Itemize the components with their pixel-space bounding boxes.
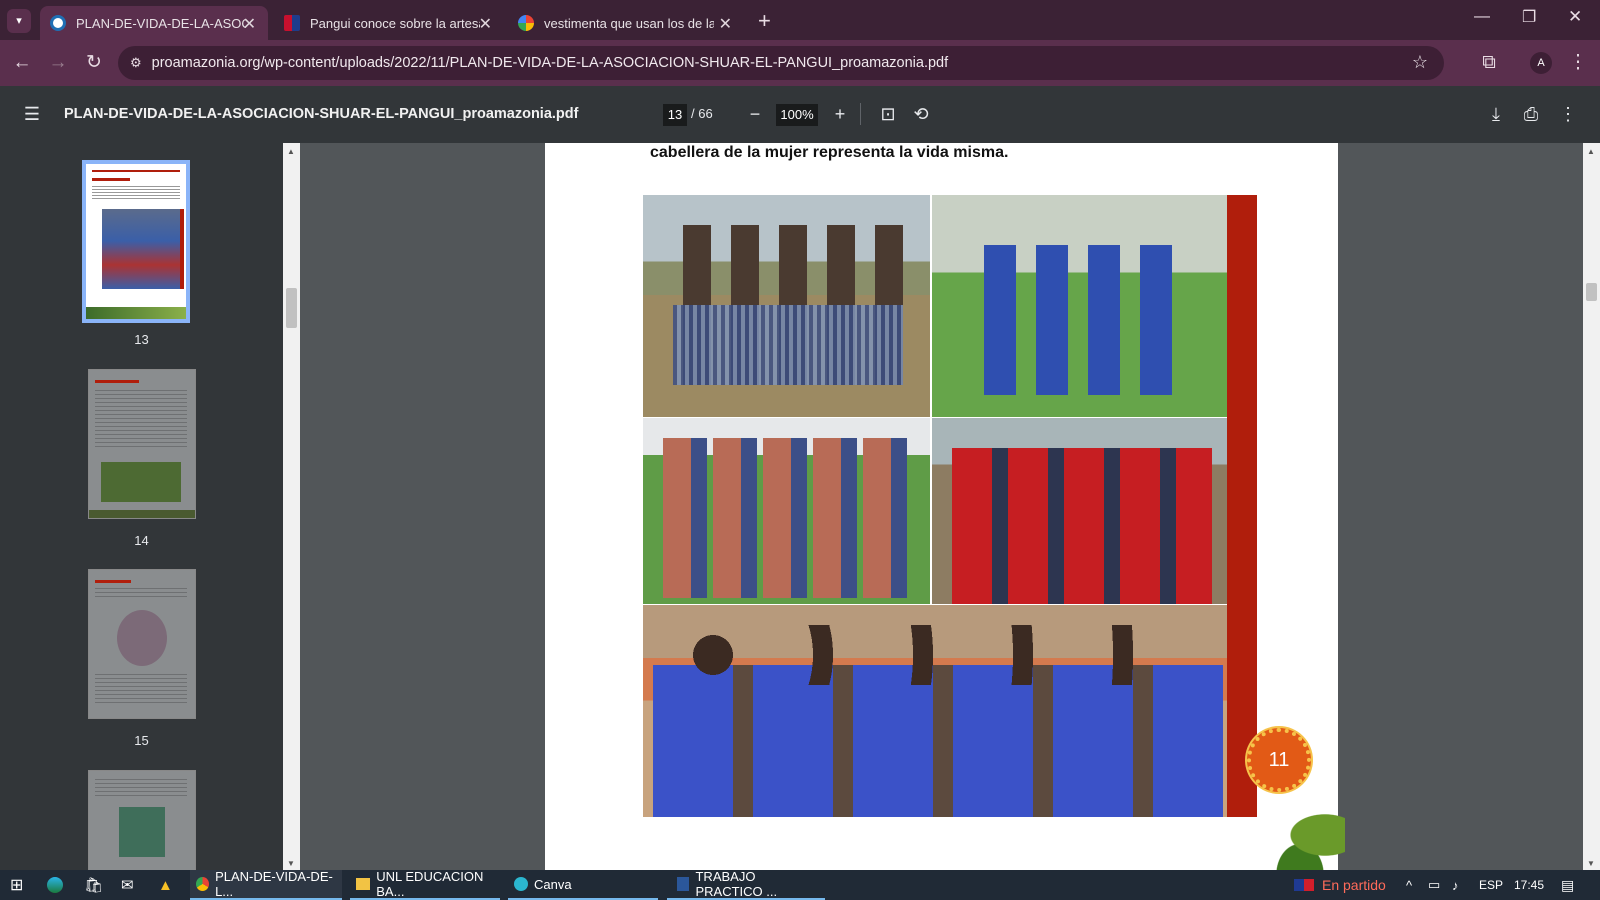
canva-icon (514, 877, 528, 891)
rotate-icon[interactable]: ⟲ (908, 101, 934, 127)
toolbar-divider (860, 103, 861, 125)
taskbar-app-label: PLAN-DE-VIDA-DE-L... (215, 869, 333, 899)
close-icon[interactable]: ✕ (243, 14, 256, 34)
photo-shuar-girls-blue (643, 605, 1227, 817)
tab-title: Pangui conoce sobre la artesanía (310, 15, 480, 31)
store-icon[interactable]: 🛍 (84, 870, 103, 900)
photo-shuar-group-event (643, 418, 930, 604)
taskbar-app-word[interactable]: TRABAJO PRACTICO ... (667, 869, 825, 900)
page-number-badge: 11 (1247, 728, 1311, 792)
chrome-icon (196, 877, 210, 891)
sidebar-scrollbar[interactable]: ▲ ▼ (283, 143, 300, 870)
taskbar-app-canva[interactable]: Canva (508, 870, 658, 900)
photo-shuar-men (643, 195, 930, 417)
close-icon[interactable]: ✕ (719, 14, 732, 34)
thumbnail-page-16[interactable] (88, 770, 196, 870)
hamburger-menu-icon[interactable]: ☰ (19, 101, 45, 127)
zoom-input[interactable]: 100% (776, 104, 818, 126)
extensions-icon[interactable]: ⧉ (1476, 50, 1502, 76)
network-icon[interactable]: ▭ (1428, 870, 1440, 900)
thumbnail-page-14[interactable] (88, 369, 196, 519)
taskbar-app-explorer[interactable]: UNL EDUCACION BA... (350, 869, 500, 900)
clock[interactable]: 17:45 (1514, 870, 1544, 900)
tab-pdf[interactable]: PLAN-DE-VIDA-DE-LA-ASOCIACION ✕ (40, 6, 268, 40)
leaf-decoration (1245, 803, 1345, 870)
thumbnail-page-15[interactable] (88, 569, 196, 719)
print-icon[interactable]: ⎙ (1518, 101, 1544, 127)
tab-search-button[interactable]: ▾ (7, 9, 31, 33)
zoom-out-icon[interactable]: − (742, 101, 768, 127)
thumbnail-page-13[interactable] (82, 160, 190, 323)
bookmark-star-icon[interactable]: ☆ (1412, 52, 1428, 73)
drive-icon[interactable]: ▲ (158, 870, 173, 900)
forward-button[interactable]: → (45, 50, 71, 76)
new-tab-button[interactable]: + (758, 8, 771, 34)
close-icon[interactable]: ✕ (479, 14, 492, 34)
zoom-in-icon[interactable]: + (827, 101, 853, 127)
pdf-filename: PLAN-DE-VIDA-DE-LA-ASOCIACION-SHUAR-EL-P… (64, 106, 579, 122)
taskbar-app-label: UNL EDUCACION BA... (376, 869, 484, 899)
tab-pangui[interactable]: Pangui conoce sobre la artesanía ✕ (274, 6, 504, 40)
viewer-scrollbar[interactable]: ▲ ▼ (1583, 143, 1600, 870)
back-button[interactable]: ← (9, 50, 35, 76)
status-text[interactable]: En partido (1322, 870, 1386, 900)
url-text[interactable]: proamazonia.org/wp-content/uploads/2022/… (152, 55, 949, 71)
tab-strip: ▾ PLAN-DE-VIDA-DE-LA-ASOCIACION ✕ Pangui… (0, 0, 1600, 40)
tab-google[interactable]: vestimenta que usan los de la amazonía ✕ (508, 6, 744, 40)
page-number-input[interactable]: 13 (663, 104, 687, 126)
thumbnail-label: 15 (134, 733, 149, 748)
word-icon (677, 877, 690, 891)
taskbar-app-label: TRABAJO PRACTICO ... (695, 869, 778, 899)
avatar[interactable]: A (1530, 52, 1552, 74)
volume-icon[interactable]: ♪ (1452, 870, 1459, 900)
wordpress-icon (50, 15, 66, 31)
photo-shuar-girls-field (932, 195, 1227, 417)
language-indicator[interactable]: ESP (1479, 870, 1503, 900)
google-icon (518, 15, 534, 31)
tab-title: vestimenta que usan los de la amazonía (544, 15, 714, 31)
download-icon[interactable]: ⤓ (1483, 101, 1509, 127)
pdf-viewer: cabellera de la mujer representa la vida… (300, 143, 1583, 870)
thumbnail-label: 14 (134, 533, 149, 548)
windows-taskbar: ⊞ 🛍 ✉ ▲ PLAN-DE-VIDA-DE-L... UNL EDUCACI… (0, 869, 1600, 900)
mail-icon[interactable]: ✉ (121, 870, 134, 900)
thumbnail-sidebar: 13 14 15 (0, 143, 283, 870)
page-body-text: cabellera de la mujer representa la vida… (650, 144, 1009, 161)
page-total: / 66 (691, 106, 713, 121)
reload-button[interactable]: ↻ (81, 50, 107, 76)
close-window-button[interactable]: ✕ (1568, 7, 1582, 27)
minimize-button[interactable]: — (1474, 8, 1490, 26)
folder-icon (356, 878, 371, 890)
pdf-toolbar: ☰ PLAN-DE-VIDA-DE-LA-ASOCIACION-SHUAR-EL… (0, 86, 1600, 143)
chevron-up-icon[interactable]: ^ (1406, 870, 1412, 900)
address-bar[interactable]: ⚙ proamazonia.org/wp-content/uploads/202… (118, 46, 1444, 80)
toolbar: ← → ↻ ⚙ proamazonia.org/wp-content/uploa… (0, 40, 1600, 86)
windows-start-icon[interactable]: ⊞ (10, 870, 23, 900)
menu-icon[interactable]: ⋮ (1565, 50, 1591, 76)
tab-title: PLAN-DE-VIDA-DE-LA-ASOCIACION (76, 15, 246, 31)
edge-icon[interactable] (47, 870, 63, 900)
taskbar-app-chrome[interactable]: PLAN-DE-VIDA-DE-L... (190, 869, 342, 900)
restore-button[interactable]: ❐ (1522, 7, 1536, 27)
notifications-icon[interactable]: ▤ (1561, 870, 1574, 900)
red-vertical-band (1227, 195, 1257, 817)
taskbar-app-label: Canva (534, 876, 572, 892)
mlb-icon (1292, 870, 1316, 900)
thumbnail-label: 13 (134, 332, 149, 347)
site-info-icon[interactable]: ⚙ (130, 55, 142, 71)
pdf-page: cabellera de la mujer representa la vida… (545, 143, 1345, 870)
fit-page-icon[interactable]: ⊡ (875, 101, 901, 127)
more-options-icon[interactable]: ⋮ (1555, 101, 1581, 127)
flag-icon (284, 15, 300, 31)
photo-shuar-women-red (932, 418, 1227, 604)
